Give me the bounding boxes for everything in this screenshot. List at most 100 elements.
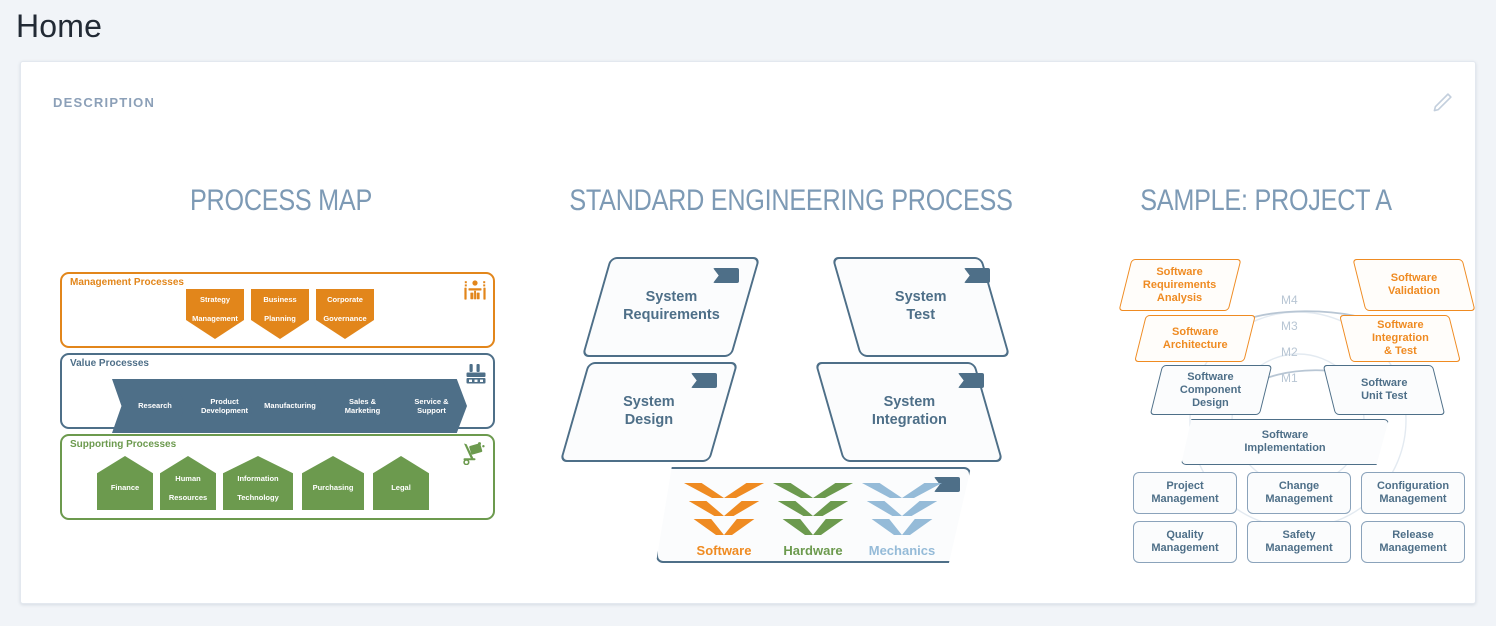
v-letter-mechanics [862,483,942,541]
engineering-process-title: STANDARD ENGINEERING PROCESS [569,184,1013,217]
stage-software-integration-test: Software Integration & Test [1339,315,1461,362]
stage-software-validation: Software Validation [1352,259,1476,311]
stage-line2: Implementation [1244,442,1326,454]
process-shape: Information Technology [223,456,293,510]
band-supporting-processes: Supporting Processes Finance Human Resour… [60,434,495,520]
band-label: Supporting Processes [70,439,177,450]
shape-line1: Finance [110,483,140,493]
support-box-configuration-management[interactable]: Configuration Management [1361,472,1465,514]
stage-line1: System [883,394,935,411]
milestone-m3: M3 [1281,319,1298,333]
stage-line2: Integration [871,412,947,428]
shape-line1: Corporate [327,295,363,304]
shape-line1: Product [210,396,239,406]
box-line1: Project [1166,479,1204,492]
pencil-icon[interactable] [1429,90,1455,116]
shape-line2: Technology [237,492,279,502]
hand-truck-icon [463,442,485,465]
stage-line2: Test [906,307,936,323]
project-a-diagram: Software Requirements Analysis Software Arc… [1111,257,1481,587]
band-management-processes: Management Processes Strategy Management… [60,272,495,348]
stage-software-component-design: Software Component Design [1149,365,1273,415]
support-box-project-management[interactable]: Project Management [1133,472,1237,514]
shape-line2: Management [192,313,238,323]
box-line1: Configuration [1376,479,1450,492]
process-shape: Human Resources [160,456,216,510]
stage-line2: Design [624,412,674,428]
process-shape: Strategy Management [186,289,244,339]
stage-software-requirements-analysis: Software Requirements Analysis [1118,259,1242,311]
shape-line1: Strategy [199,295,230,304]
discipline-mechanics: Mechanics [862,483,942,558]
stage-line3: Analysis [1157,291,1203,304]
stage-line1: System [645,289,697,306]
stage-line1: System [623,394,675,411]
stage-line1: Software [1376,319,1424,332]
v-letter-hardware [773,483,853,541]
box-line1: Release [1392,528,1434,541]
stage-line2: Unit Test [1360,390,1408,402]
engineering-process-diagram: System Requirements System Test System Desi… [546,257,1046,567]
band-label: Value Processes [70,358,149,369]
milestone-m1: M1 [1281,371,1298,385]
stage-line1: Software [1187,370,1235,383]
support-box-safety-management[interactable]: Safety Management [1247,521,1351,563]
stage-line1: Software [1360,377,1408,390]
box-line1: Safety [1282,528,1316,541]
milestone-m4: M4 [1281,293,1298,307]
band-label: Management Processes [70,277,184,288]
process-map-title: PROCESS MAP [189,184,373,217]
process-shape: Business Planning [251,289,309,339]
shape-line1: Information [237,473,279,483]
description-card: DESCRIPTION PROCESS MAP STANDARD ENGINEE… [20,61,1476,604]
page-title: Home [16,8,103,44]
shape-line2: Governance [323,313,367,323]
shape-line1: Manufacturing [264,401,316,411]
description-label: DESCRIPTION [53,95,156,110]
stage-line1: System [895,289,947,306]
box-line1: Change [1278,479,1320,492]
shape-line1: Business [263,295,297,304]
shape-line2: Planning [264,313,296,323]
box-line2: Management [1265,542,1333,554]
discipline-software: Software [684,483,764,558]
stage-line1: Software [1261,429,1309,442]
support-box-release-management[interactable]: Release Management [1361,521,1465,563]
milestone-m2: M2 [1281,345,1298,359]
box-line2: Management [1151,493,1219,505]
project-a-title: SAMPLE: PROJECT A [1140,184,1392,217]
stage-line2: Validation [1388,285,1440,297]
stage-software-unit-test: Software Unit Test [1322,365,1446,415]
box-line2: Management [1379,493,1447,505]
stage-line2: Architecture [1162,338,1228,351]
stage-line2: Requirements [1143,278,1217,291]
process-map-diagram: Management Processes Strategy Management… [60,272,495,527]
box-line2: Management [1265,493,1333,505]
stage-line3: & Test [1383,344,1417,357]
stage-software-architecture: Software Architecture [1134,315,1256,362]
shape-line1: Research [138,401,172,411]
factory-icon [466,364,486,384]
shape-line2: Resources [168,492,208,502]
shape-line1: Purchasing [312,483,354,493]
stage-line1: Software [1390,272,1438,285]
process-shape: Finance [97,456,153,510]
support-box-change-management[interactable]: Change Management [1247,472,1351,514]
discipline-label: Software [696,543,752,558]
shape-line2: Marketing [344,406,381,415]
stage-line3: Design [1192,396,1230,409]
stage-software-implementation: Software Implementation [1181,419,1389,465]
process-shape: Purchasing [302,456,364,510]
shape-line1: Legal [391,483,411,493]
v-letter-software [684,483,764,541]
shape-line2: Support [417,406,446,415]
shape-line1: Service & [414,396,449,406]
discipline-label: Mechanics [868,543,936,558]
box-line1: Quality [1166,528,1204,541]
process-shape: Corporate Governance [316,289,374,339]
discipline-hardware: Hardware [773,483,853,558]
shape-line2: Development [200,406,249,415]
process-shape: Legal [373,456,429,510]
support-box-quality-management[interactable]: Quality Management [1133,521,1237,563]
stage-line2: Integration [1371,332,1429,345]
